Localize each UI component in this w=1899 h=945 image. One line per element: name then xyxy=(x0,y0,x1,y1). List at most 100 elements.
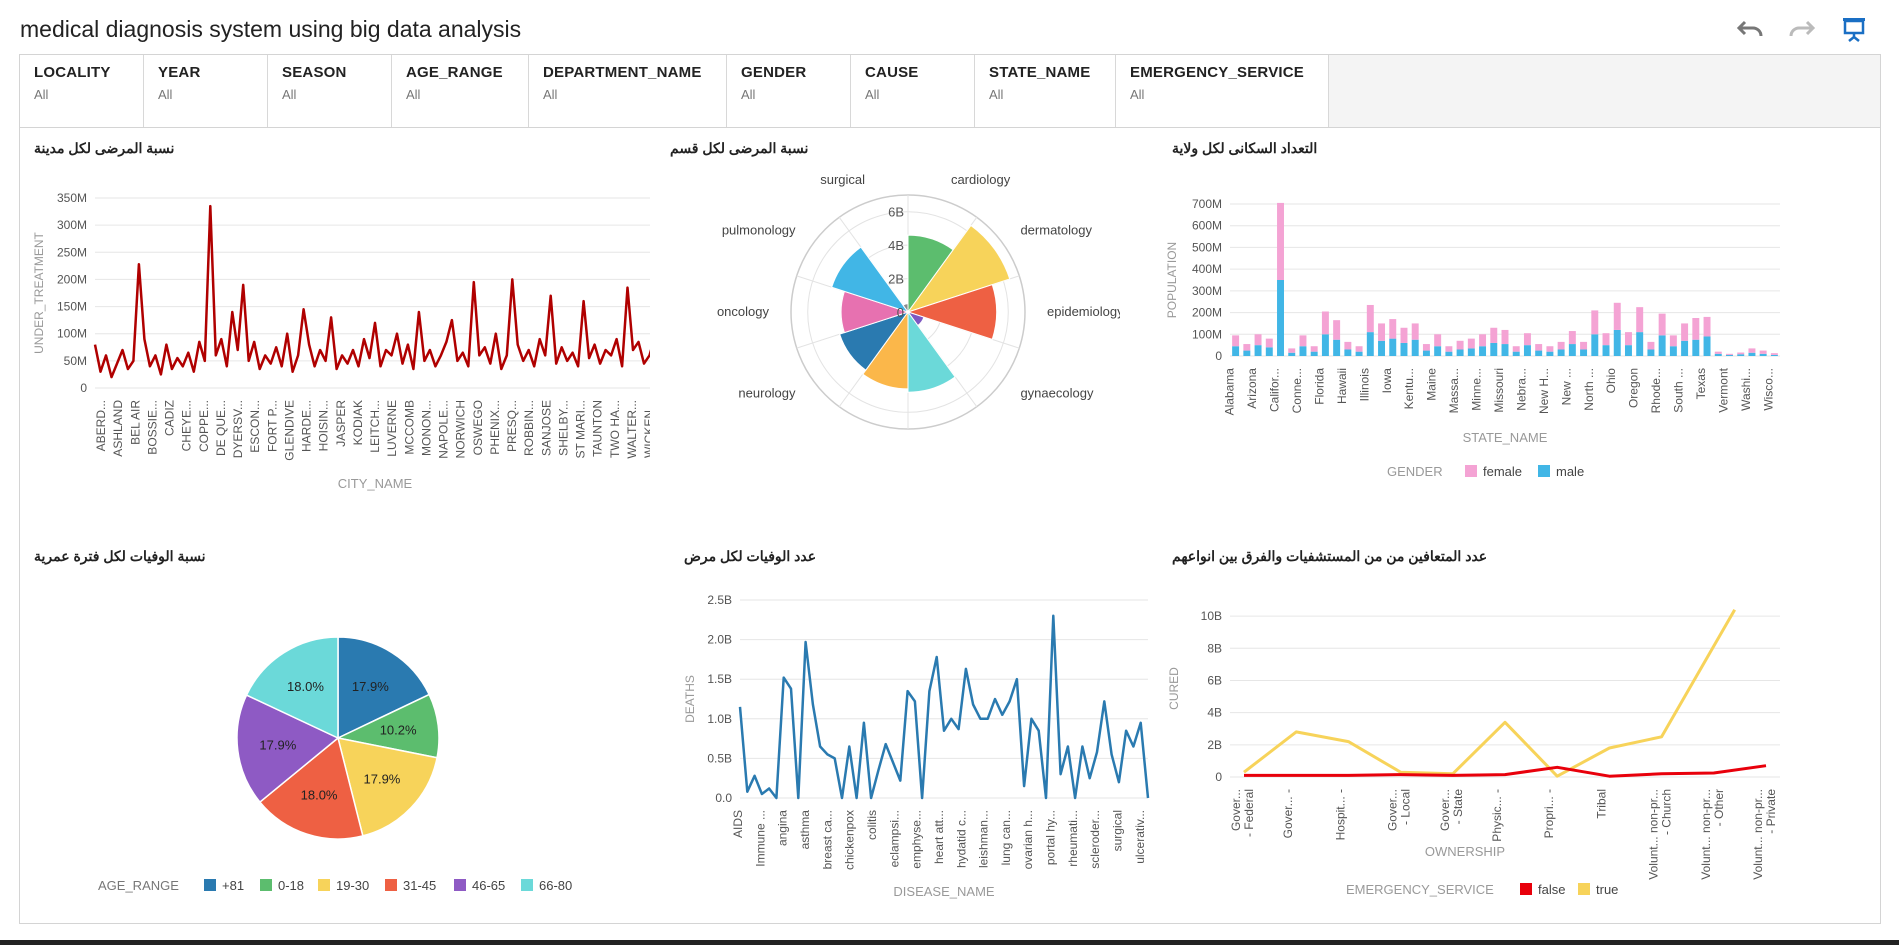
undo-button[interactable] xyxy=(1735,14,1765,44)
filter-season[interactable]: SEASON All xyxy=(268,55,392,127)
x-tick-label: Texas xyxy=(1694,368,1708,399)
x-tick-label: Gover... xyxy=(1438,789,1452,831)
panel-deaths-per-disease: عدد الوفيات لكل مرض 0.0 0.5B 1.0B 1.5B 2.0B 2… xyxy=(680,544,1160,904)
bar-male xyxy=(1232,346,1240,356)
bar-female xyxy=(1434,334,1442,347)
bar-male xyxy=(1310,351,1318,356)
legend-swatch xyxy=(454,879,466,891)
filter-label: LOCALITY xyxy=(34,64,111,81)
y-tick-label: 700M xyxy=(1192,197,1222,211)
filter-label: SEASON xyxy=(282,64,347,81)
x-tick-label: Gover... xyxy=(1229,789,1243,831)
bar-female xyxy=(1580,341,1588,350)
filter-state-name[interactable]: STATE_NAME All xyxy=(975,55,1116,127)
legend-swatch-false xyxy=(1520,883,1532,895)
legend-swatch xyxy=(385,879,397,891)
bar-female xyxy=(1669,335,1677,347)
filter-label: DEPARTMENT_NAME xyxy=(543,64,702,81)
bar-female xyxy=(1726,353,1733,355)
series-line-deaths xyxy=(738,614,1150,800)
bar-female xyxy=(1692,318,1700,340)
bar-female xyxy=(1265,338,1273,348)
y-tick-label: 0 xyxy=(1215,349,1222,363)
bar-female xyxy=(1378,323,1386,341)
x-tick-label: Conne... xyxy=(1290,368,1304,413)
filter-locality[interactable]: LOCALITY All xyxy=(20,55,144,127)
redo-icon xyxy=(1789,20,1816,37)
x-tick-label: angina xyxy=(776,810,790,846)
x-tick-label: eclampsi... xyxy=(887,810,901,867)
x-tick-label: Volunt... non-pr... xyxy=(1699,789,1713,880)
x-tick-label: Nebra... xyxy=(1514,368,1528,411)
chart-ownership: 02B4B6B8B10BCUREDGover... - Federal Gover.… xyxy=(1167,608,1780,897)
y-axis-label: CURED xyxy=(1167,667,1181,710)
x-tick-label: SANJOSE xyxy=(539,400,553,456)
filter-year[interactable]: YEAR All xyxy=(144,55,268,127)
y-tick-label: 200M xyxy=(1192,306,1222,320)
redo-button[interactable] xyxy=(1787,14,1817,44)
legend-title: GENDER xyxy=(1387,464,1443,479)
x-tick-label: WICKEN... xyxy=(642,400,650,458)
x-tick-label: scleroder... xyxy=(1088,810,1102,869)
chart-state: 0 100M 200M 300M 400M 500M 600M 700M POPULATION A… xyxy=(1165,197,1780,479)
y-tick-label: 400M xyxy=(1192,262,1222,276)
bar-female xyxy=(1490,327,1498,343)
filter-gender[interactable]: GENDER All xyxy=(727,55,851,127)
bar-female xyxy=(1344,341,1352,350)
x-tick-label: NORWICH xyxy=(454,400,468,458)
bar-male xyxy=(1467,348,1475,356)
presentation-button[interactable] xyxy=(1839,14,1869,44)
bar-female xyxy=(1546,346,1554,352)
filter-bar: LOCALITY All YEAR All SEASON All AGE_RANGE All D… xyxy=(19,54,1881,128)
category-label: neurology xyxy=(738,386,796,401)
category-label: oncology xyxy=(717,304,770,319)
filter-value: All xyxy=(865,87,880,102)
bar-male xyxy=(1422,350,1430,356)
x-tick-label: Rhode... xyxy=(1649,368,1663,413)
chart-disease: 0.0 0.5B 1.0B 1.5B 2.0B 2.5B DEATHS AIDS Immune … xyxy=(683,593,1150,899)
legend-swatch-female xyxy=(1465,465,1477,477)
category-label: cardiology xyxy=(951,172,1011,187)
filter-value: All xyxy=(282,87,297,102)
x-tick-label: emphyse... xyxy=(910,810,924,869)
bar-female xyxy=(1333,320,1341,340)
chart-dept: cardiology dermatology epidemiology gynaeco… xyxy=(717,172,1120,430)
bar-female xyxy=(1568,331,1576,345)
filter-emergency-service[interactable]: EMERGENCY_SERVICE All xyxy=(1116,55,1329,127)
panel-deaths-per-age: نسبة الوفيات لكل فترة عمرية 17.9% 10.2% 17… xyxy=(30,544,650,904)
x-tick-label: TAUNTON xyxy=(591,400,605,457)
bar-male xyxy=(1770,354,1778,356)
x-tick-label: Propri... - xyxy=(1542,789,1556,838)
filter-label: EMERGENCY_SERVICE xyxy=(1130,64,1305,81)
y-tick-label: 50M xyxy=(64,354,87,368)
x-tick-label: - Church xyxy=(1660,789,1674,835)
x-tick-label: ESCON... xyxy=(248,400,262,453)
y-tick-label: 100M xyxy=(57,327,87,341)
series-line-true xyxy=(1243,608,1737,778)
filter-age-range[interactable]: AGE_RANGE All xyxy=(392,55,529,127)
bar-male xyxy=(1726,354,1733,356)
bar-female xyxy=(1243,344,1251,351)
x-tick-label: Iowa xyxy=(1380,368,1394,394)
radial-tick-label: 2B xyxy=(888,272,904,287)
x-tick-label: Illinois xyxy=(1357,368,1371,401)
bar-female xyxy=(1389,319,1397,339)
x-tick-label: Missouri xyxy=(1492,368,1506,413)
x-tick-label: Maine xyxy=(1425,368,1439,401)
x-tick-label: Immune ... xyxy=(753,810,767,867)
bar-male xyxy=(1456,349,1464,356)
y-tick-label: 0.0 xyxy=(715,791,732,805)
bar-male xyxy=(1490,342,1498,356)
bar-female xyxy=(1400,327,1408,343)
filter-department-name[interactable]: DEPARTMENT_NAME All xyxy=(529,55,727,127)
y-tick-label: 200M xyxy=(57,272,87,286)
x-tick-label: MCCOMB xyxy=(402,400,416,455)
bar-male xyxy=(1681,340,1689,356)
bar-female xyxy=(1512,346,1520,352)
x-tick-label: colitis xyxy=(865,810,879,840)
x-tick-label: Minne... xyxy=(1470,368,1484,411)
x-tick-label: asthma xyxy=(798,810,812,850)
filter-cause[interactable]: CAUSE All xyxy=(851,55,975,127)
x-tick-label: HARDE... xyxy=(300,400,314,452)
x-tick-label: TWO HA... xyxy=(608,400,622,458)
